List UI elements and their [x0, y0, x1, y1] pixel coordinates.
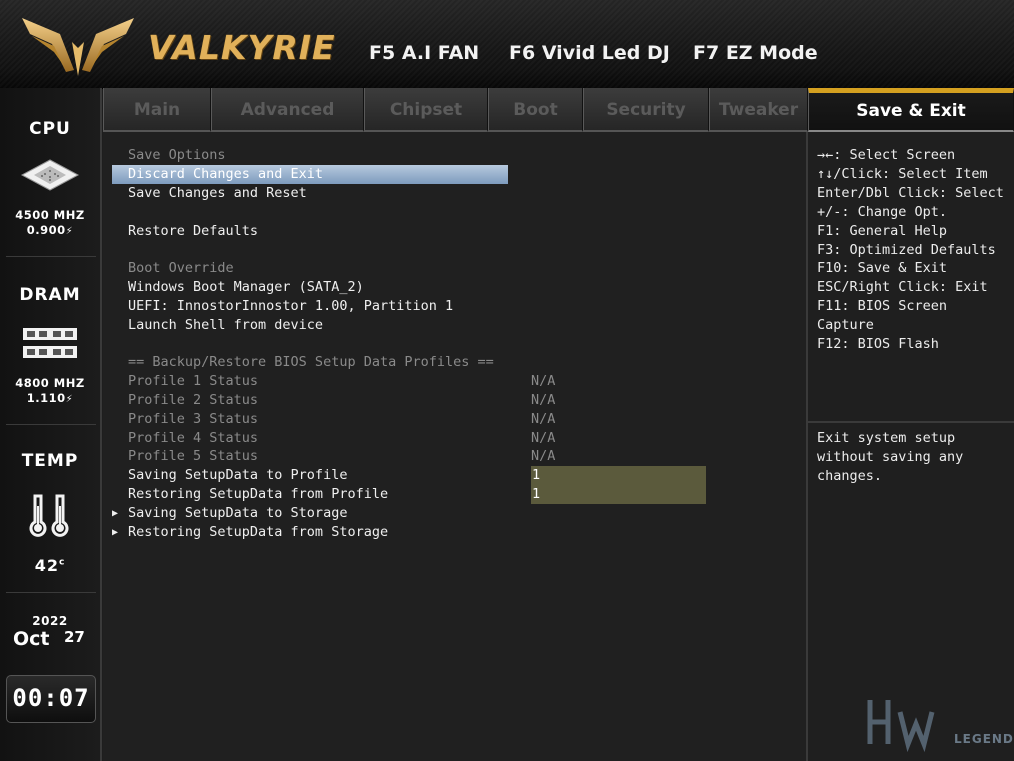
- help-key-line: F1: General Help: [817, 223, 948, 239]
- help-key-line: +/-: Change Opt.: [817, 204, 948, 220]
- help-panel: →←: Select Screen ↑↓/Click: Select Item …: [808, 132, 1014, 761]
- dram-voltage: 1.110: [26, 391, 66, 405]
- help-description-line: Exit system setup: [817, 430, 956, 446]
- temp-reading: 42c: [0, 556, 100, 575]
- help-key-line: F3: Optimized Defaults: [817, 242, 996, 258]
- help-key-line: F10: Save & Exit: [817, 260, 948, 276]
- tab-tweaker[interactable]: Tweaker: [709, 88, 808, 132]
- restoring-setupdata-profile-field[interactable]: 1: [531, 485, 706, 504]
- tab-main[interactable]: Main: [103, 88, 211, 132]
- dram-module-icon: [23, 328, 77, 358]
- profile-status-label: Profile 2 Status: [128, 392, 259, 408]
- save-changes-reset-item[interactable]: Save Changes and Reset: [128, 184, 307, 203]
- cpu-chip-icon: [20, 159, 80, 191]
- divider: [6, 592, 96, 593]
- save-options-header: Save Options: [128, 147, 226, 163]
- temp-title: TEMP: [21, 451, 79, 471]
- saving-setupdata-profile-field[interactable]: 1: [531, 466, 706, 485]
- thermometer-icon: [29, 494, 69, 537]
- launch-shell-item[interactable]: Launch Shell from device: [128, 316, 323, 335]
- date-year: 2022: [32, 614, 68, 628]
- profile-status-label: Profile 4 Status: [128, 430, 259, 446]
- help-key-line: Enter/Dbl Click: Select: [817, 185, 1004, 201]
- cpu-voltage-row: 0.900⚡: [0, 223, 100, 239]
- clock-time: 00:07: [12, 684, 90, 712]
- boot-uefi-innostor-item[interactable]: UEFI: InnostorInnostor 1.00, Partition 1: [128, 297, 453, 316]
- profile-status-value: N/A: [531, 430, 556, 446]
- watermark-text: LEGEND: [954, 732, 1014, 746]
- discard-changes-exit-item[interactable]: Discard Changes and Exit: [112, 165, 508, 184]
- profile-status-label: Profile 1 Status: [128, 373, 259, 389]
- settings-panel: Save Options Discard Changes and Exit Sa…: [103, 132, 808, 761]
- cpu-title: CPU: [29, 119, 71, 139]
- temp-unit: c: [58, 557, 66, 568]
- profile-status-label: Profile 5 Status: [128, 448, 259, 464]
- help-key-line: Capture: [817, 317, 874, 333]
- divider: [6, 256, 96, 257]
- system-clock: 00:07: [6, 675, 96, 723]
- cpu-voltage: 0.900: [26, 223, 66, 237]
- restore-defaults-item[interactable]: Restore Defaults: [128, 222, 258, 241]
- dram-frequency: 4800 MHZ: [15, 376, 85, 390]
- ez-mode-button[interactable]: F7 EZ Mode: [693, 42, 818, 64]
- date-month: Oct: [13, 628, 50, 650]
- system-info-panel: CPU 4500 MHZ 0.900⚡ DRAM 4800 MHZ 1.110⚡…: [0, 88, 102, 761]
- submenu-arrow-icon: ▶: [112, 527, 119, 538]
- submenu-arrow-icon: ▶: [112, 508, 119, 519]
- profile-status-value: N/A: [531, 392, 556, 408]
- help-description-line: changes.: [817, 468, 883, 484]
- tab-advanced[interactable]: Advanced: [211, 88, 364, 132]
- profile-status-value: N/A: [531, 448, 556, 464]
- tab-boot[interactable]: Boot: [488, 88, 583, 132]
- brand-name: VALKYRIE: [148, 28, 336, 67]
- profiles-header: == Backup/Restore BIOS Setup Data Profil…: [128, 354, 494, 370]
- help-key-line: →←: Select Screen: [817, 147, 956, 163]
- divider: [6, 424, 96, 425]
- restoring-setupdata-profile-label: Restoring SetupData from Profile: [128, 486, 389, 502]
- boot-windows-manager-item[interactable]: Windows Boot Manager (SATA_2): [128, 278, 364, 297]
- help-description-line: without saving any: [817, 449, 964, 465]
- restoring-setupdata-storage-item[interactable]: Restoring SetupData from Storage: [128, 523, 388, 542]
- temp-value: 42: [34, 556, 59, 575]
- boot-override-header: Boot Override: [128, 260, 234, 276]
- profile-status-value: N/A: [531, 373, 556, 389]
- tab-bar: Main Advanced Chipset Boot Security Twea…: [103, 88, 1014, 132]
- header-bar: VALKYRIE F5 A.I FAN F6 Vivid Led DJ F7 E…: [0, 0, 1014, 89]
- help-key-line: ↑↓/Click: Select Item: [817, 166, 988, 182]
- profile-status-label: Profile 3 Status: [128, 411, 259, 427]
- dram-title: DRAM: [19, 285, 81, 305]
- ai-fan-button[interactable]: F5 A.I FAN: [369, 42, 479, 64]
- saving-setupdata-storage-item[interactable]: Saving SetupData to Storage: [128, 504, 347, 523]
- help-key-line: F12: BIOS Flash: [817, 336, 939, 352]
- tab-security[interactable]: Security: [583, 88, 709, 132]
- valkyrie-wings-logo: [22, 18, 134, 76]
- cpu-frequency: 4500 MHZ: [15, 208, 85, 222]
- tab-chipset[interactable]: Chipset: [364, 88, 488, 132]
- voltage-bolt-icon: ⚡: [65, 226, 74, 237]
- help-key-line: ESC/Right Click: Exit: [817, 279, 988, 295]
- help-key-line: F11: BIOS Screen: [817, 298, 948, 314]
- voltage-bolt-icon: ⚡: [65, 394, 74, 405]
- saving-setupdata-profile-label: Saving SetupData to Profile: [128, 467, 348, 483]
- help-divider: [808, 421, 1014, 423]
- date-day: 27: [64, 628, 85, 646]
- dram-voltage-row: 1.110⚡: [0, 391, 100, 407]
- vivid-led-dj-button[interactable]: F6 Vivid Led DJ: [509, 42, 670, 64]
- tab-save-exit[interactable]: Save & Exit: [808, 88, 1014, 132]
- profile-status-value: N/A: [531, 411, 556, 427]
